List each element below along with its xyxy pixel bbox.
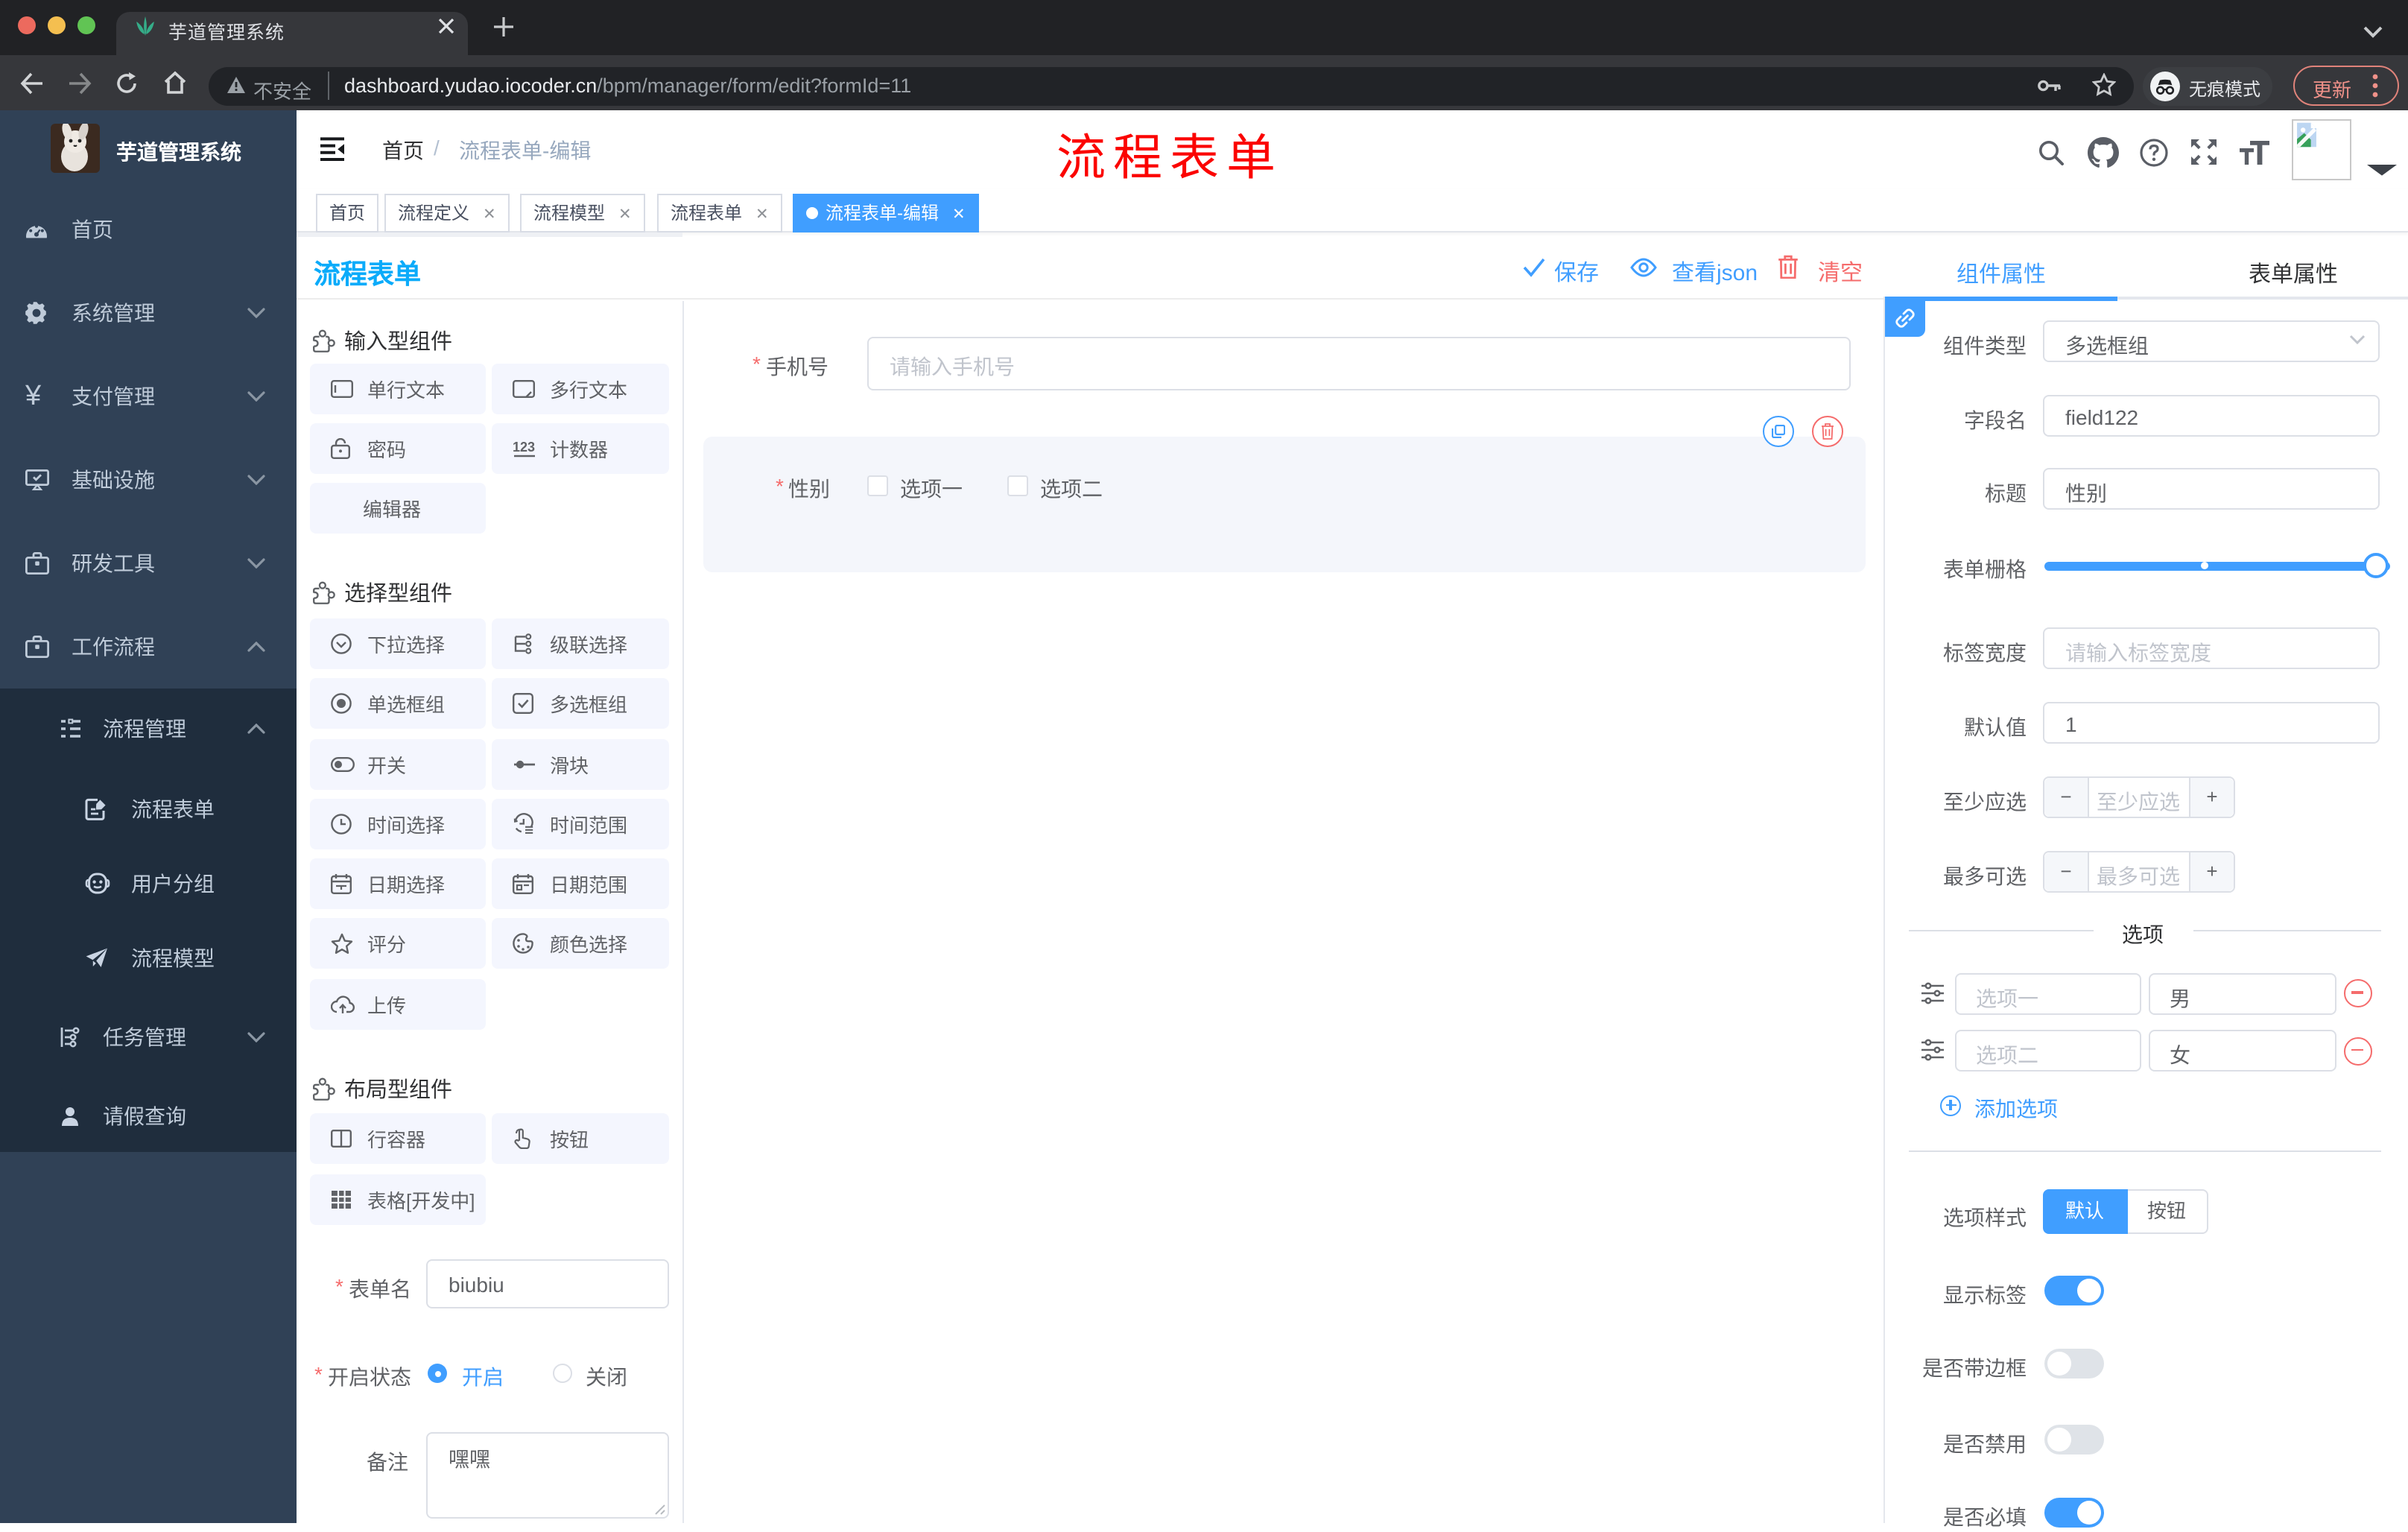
svg-text:123: 123 xyxy=(513,440,535,455)
